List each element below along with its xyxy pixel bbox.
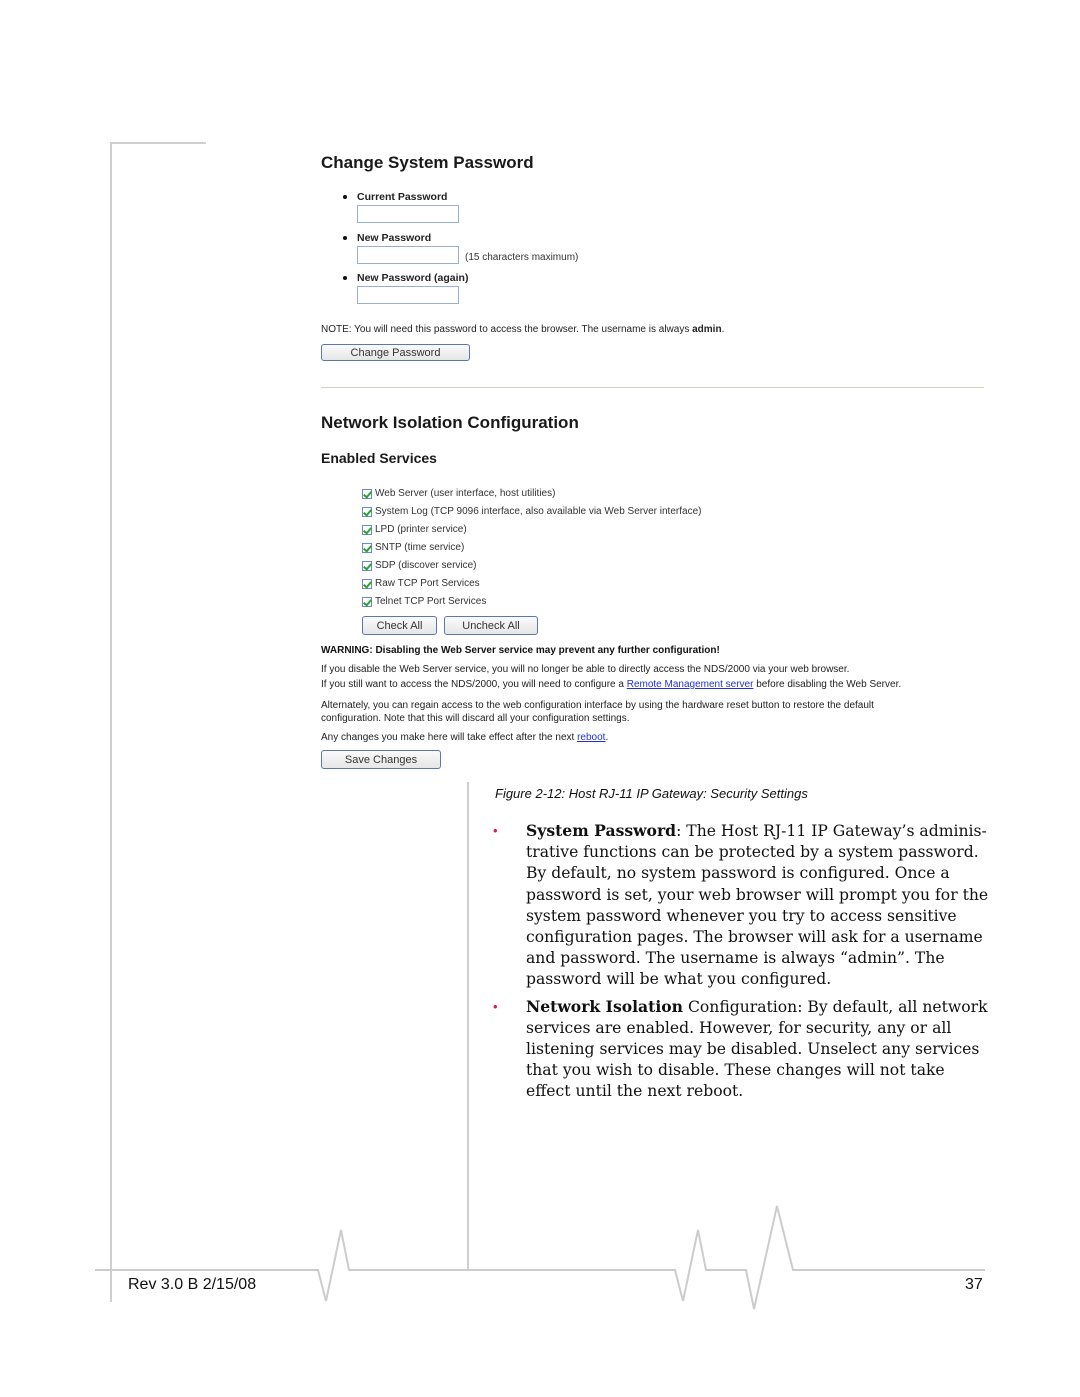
footer-heartbeat-line [95, 1205, 985, 1310]
page-number: 37 [965, 1276, 983, 1293]
revision-date: Rev 3.0 B 2/15/08 [128, 1276, 257, 1293]
